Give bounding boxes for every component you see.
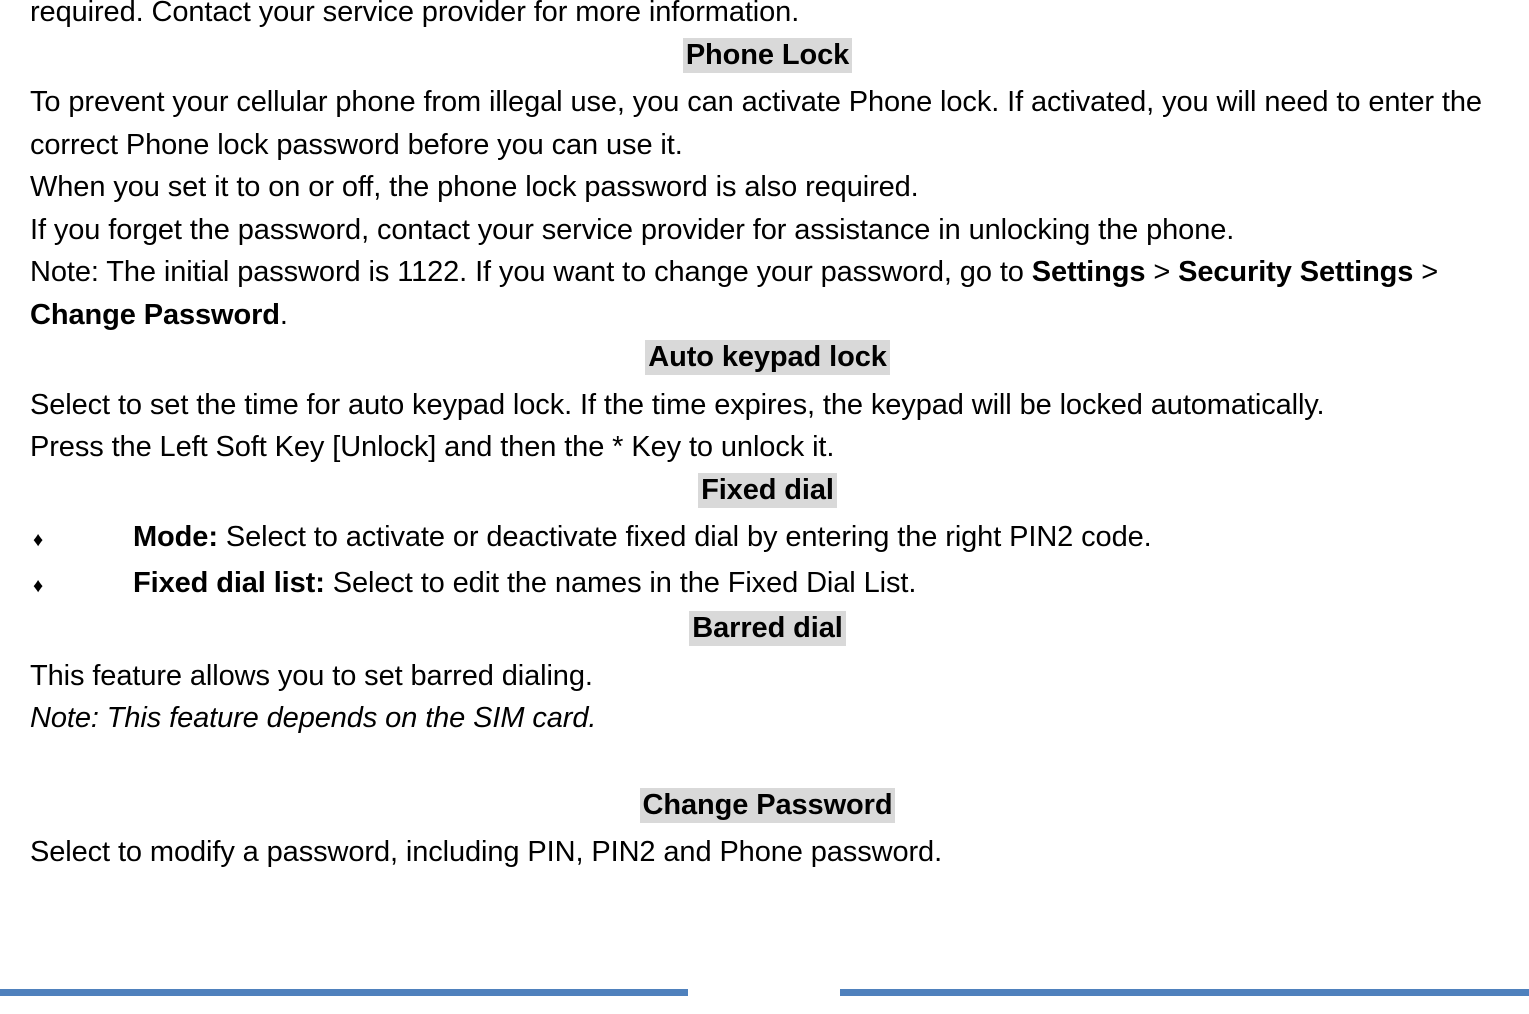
document-page: required. Contact your service provider … [0,0,1529,1005]
section-heading-row-phone-lock: Phone Lock [30,34,1505,82]
section-heading-barred-dial: Barred dial [689,611,846,646]
footer-rules [0,989,1529,997]
section-heading-change-password: Change Password [639,787,896,823]
list-item-text: Fixed dial list: Select to edit the name… [133,562,1505,605]
section-heading-row-change-password: Change Password [30,784,1505,832]
text-run-separator: > [1413,256,1439,288]
continued-paragraph-line: required. Contact your service provider … [30,0,800,28]
paragraph-phone-lock-note: Note: The initial password is 1122. If y… [30,251,1505,336]
paragraph-auto-keypad-lock-desc: Select to set the time for auto keypad l… [30,384,1505,427]
text-run: Select to set the time for auto keypad l… [30,388,1325,421]
list-item: ♦ Mode: Select to activate or deactivate… [30,516,1505,562]
paragraph-phone-lock-onoff: When you set it to on or off, the phone … [30,166,1505,209]
text-run: Note: The initial password is 1122. If y… [30,256,1032,288]
text-run-bold-security-settings: Security Settings [1178,256,1414,288]
text-run: Press the Left Soft Key [Unlock] and the… [30,431,835,463]
text-run: When you set it to on or off, the phone … [30,171,919,203]
text-run: If you forget the password, contact your… [30,213,1235,246]
text-run: Select to activate or deactivate fixed d… [217,521,1152,553]
text-run-bold-settings: Settings [1031,256,1146,288]
list-item: ♦ Fixed dial list: Select to edit the na… [30,562,1505,608]
text-run-period: . [279,298,288,331]
paragraph-barred-dial-note: Note: This feature depends on the SIM ca… [30,697,1505,740]
section-heading-row-auto-keypad-lock: Auto keypad lock [30,336,1505,384]
text-run-bold-mode: Mode: [133,521,218,553]
document-body: required. Contact your service provider … [30,0,1505,874]
section-heading-row-barred-dial: Barred dial [30,607,1505,655]
text-run: Select to edit the names in the Fixed Di… [324,566,917,599]
text-run-bold-fixed-dial-list: Fixed dial list: [133,566,325,599]
text-run: Select to modify a password, including P… [30,836,943,868]
paragraph-barred-dial-desc: This feature allows you to set barred di… [30,655,1505,698]
section-heading-fixed-dial: Fixed dial [698,472,837,508]
footer-rule-right [840,989,1529,996]
paragraph-change-password-desc: Select to modify a password, including P… [30,831,1505,874]
text-run-italic-note: Note: This feature depends on the SIM ca… [30,702,597,734]
paragraph-phone-lock-forgot: If you forget the password, contact your… [30,209,1505,252]
section-heading-auto-keypad-lock: Auto keypad lock [645,340,890,375]
text-run: To prevent your cellular phone from ille… [30,86,1482,161]
text-run-separator: > [1145,256,1179,288]
section-heading-phone-lock: Phone Lock [682,37,853,73]
paragraph-phone-lock-intro: To prevent your cellular phone from ille… [30,81,1505,166]
text-run: This feature allows you to set barred di… [30,659,593,692]
footer-rule-left [0,989,688,996]
paragraph-auto-keypad-lock-unlock: Press the Left Soft Key [Unlock] and the… [30,426,1505,469]
list-item-text: Mode: Select to activate or deactivate f… [133,516,1505,559]
diamond-bullet-icon: ♦ [33,529,44,551]
diamond-bullet-icon: ♦ [33,574,44,597]
text-run-bold-change-password: Change Password [30,298,280,331]
section-heading-row-fixed-dial: Fixed dial [30,469,1505,517]
